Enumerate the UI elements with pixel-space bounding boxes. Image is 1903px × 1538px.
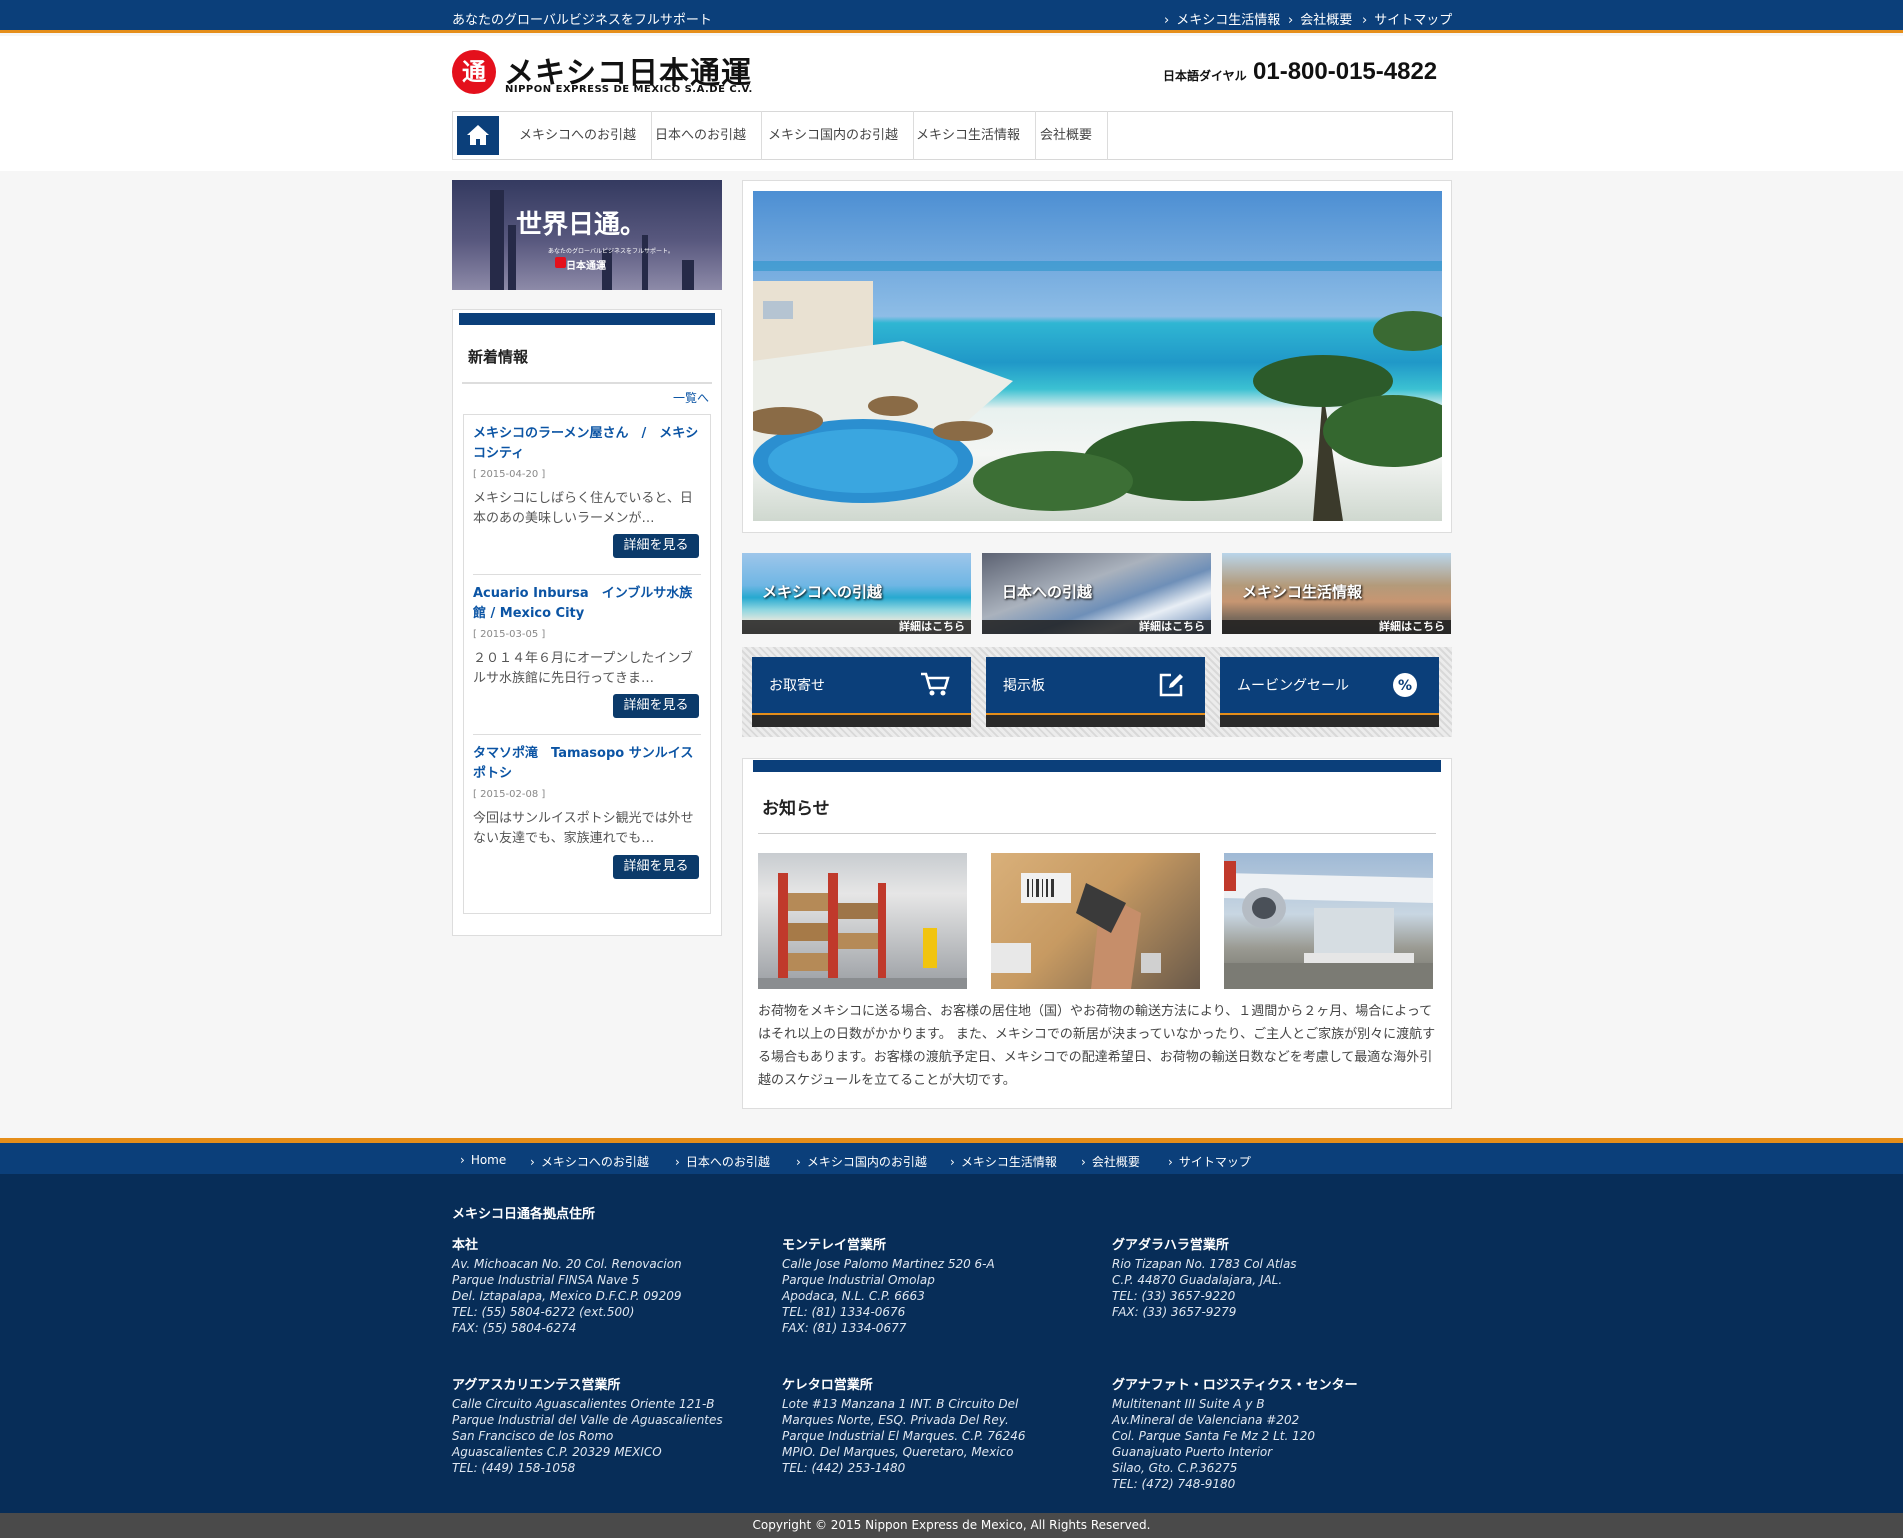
office-name: モンテレイ営業所: [782, 1238, 887, 1253]
service-label: お取寄せ: [769, 678, 825, 694]
nav-item-to-mexico[interactable]: メキシコへのお引越: [504, 111, 653, 160]
office-address: Multitenant III Suite A y B Av.Mineral de…: [1112, 1397, 1316, 1491]
promo-detail-link[interactable]: 詳細はこちら: [1222, 620, 1451, 634]
banner-corp: 日本通運: [566, 261, 606, 272]
service-label: 掲示板: [1003, 678, 1045, 694]
banner-subtitle: あなたのグローバルビジネスをフルサポート。: [548, 248, 674, 255]
notice-accent-bar: [753, 760, 1441, 772]
footer-link-to-mexico[interactable]: メキシコへのお引越: [530, 1153, 649, 1170]
service-footer: [986, 713, 1205, 727]
news-item-date: [ 2015-03-05 ]: [473, 629, 546, 640]
tagline: あなたのグローバルビジネスをフルサポート: [452, 13, 712, 28]
copyright: Copyright © 2015 Nippon Express de Mexic…: [752, 1518, 1151, 1532]
notice-text: お荷物をメキシコに送る場合、お客様の居住地（国）やお荷物の輸送方法により、１週間…: [758, 1004, 1436, 1088]
promo-label: 日本への引越: [1002, 583, 1093, 601]
service-footer: [1220, 713, 1439, 727]
news-accent-bar: [459, 313, 715, 325]
detail-button[interactable]: 詳細を見る: [613, 534, 699, 558]
home-icon: [467, 125, 489, 145]
office-address: Av. Michoacan No. 20 Col. Renovacion Parq…: [452, 1257, 682, 1335]
footer-link-company[interactable]: 会社概要: [1081, 1153, 1140, 1170]
corp-logo-icon: [555, 257, 566, 268]
top-link-sitemap[interactable]: サイトマップ: [1362, 9, 1452, 28]
news-item-title[interactable]: タマソポ滝 Tamasopo サンルイスポトシ: [473, 744, 701, 784]
footer-link-home[interactable]: Home: [460, 1153, 506, 1167]
divider: [758, 833, 1436, 834]
footer-link-sitemap[interactable]: サイトマップ: [1168, 1153, 1251, 1170]
service-order-button[interactable]: お取寄せ: [752, 657, 971, 727]
detail-button[interactable]: 詳細を見る: [613, 694, 699, 718]
office-address: Lote #13 Manzana 1 INT. B Circuito Del Ma…: [782, 1397, 1026, 1475]
service-label: ムービングセール: [1237, 678, 1349, 694]
promo-to-mexico[interactable]: メキシコへの引越 詳細はこちら: [742, 553, 971, 634]
cart-icon: [921, 672, 950, 696]
office-name: アグアスカリエンテス営業所: [452, 1378, 621, 1393]
hero-beach-image: [753, 191, 1442, 521]
divider: [473, 734, 701, 735]
divider: [462, 382, 712, 384]
barcode-scanner-image: [991, 853, 1200, 989]
office-address: Calle Circuito Aguascalientes Oriente 12…: [452, 1397, 723, 1475]
news-item-date: [ 2015-02-08 ]: [473, 789, 546, 800]
service-moving-sale-button[interactable]: ムービングセール %: [1220, 657, 1439, 727]
footer-link-to-japan[interactable]: 日本へのお引越: [675, 1153, 770, 1170]
news-item-excerpt: メキシコにしばらく住んでいると、日本のあの美味しいラーメンが…: [473, 491, 693, 526]
office-name: グアナファト・ロジスティクス・センター: [1112, 1378, 1358, 1393]
nav-item-to-japan[interactable]: 日本へのお引越: [640, 111, 763, 160]
service-footer: [752, 713, 971, 727]
promo-label: メキシコ生活情報: [1242, 583, 1363, 601]
warehouse-image: [758, 853, 967, 989]
percent-badge-icon: %: [1393, 673, 1417, 697]
detail-button[interactable]: 詳細を見る: [613, 855, 699, 879]
nav-home-button[interactable]: [457, 116, 499, 155]
promo-detail-link[interactable]: 詳細はこちら: [742, 620, 971, 634]
dial-number: 01-800-015-4822: [1253, 58, 1438, 85]
promo-detail-link[interactable]: 詳細はこちら: [982, 620, 1211, 634]
news-item-date: [ 2015-04-20 ]: [473, 469, 546, 480]
office-name: グアダラハラ営業所: [1112, 1238, 1229, 1253]
news-item-excerpt: ２０１４年６月にオープンしたインブルサ水族館に先日行ってきま…: [473, 651, 693, 686]
footer-link-domestic[interactable]: メキシコ国内のお引越: [796, 1153, 927, 1170]
logo-subtitle: NIPPON EXPRESS DE MEXICO S.A.DE C.V.: [505, 84, 753, 95]
svg-text:%: %: [1398, 678, 1412, 694]
dial-label: 日本語ダイヤル: [1163, 69, 1247, 83]
nav-item-domestic[interactable]: メキシコ国内のお引越: [753, 111, 915, 160]
logo-icon[interactable]: 通: [452, 50, 496, 94]
news-more-link[interactable]: 一覧へ: [673, 389, 709, 406]
office-address: Calle Jose Palomo Martinez 520 6-A Parque…: [782, 1257, 995, 1335]
news-title: 新着情報: [468, 348, 529, 366]
promo-to-japan[interactable]: 日本への引越 詳細はこちら: [982, 553, 1211, 634]
service-board-button[interactable]: 掲示板: [986, 657, 1205, 727]
office-name: ケレタロ営業所: [782, 1378, 873, 1393]
office-name: 本社: [452, 1238, 479, 1253]
nav-item-life-info[interactable]: メキシコ生活情報: [901, 111, 1037, 160]
top-link-life-info[interactable]: メキシコ生活情報: [1164, 9, 1280, 28]
news-item-excerpt: 今回はサンルイスポトシ観光では外せない友達でも、家族連れでも…: [473, 811, 694, 846]
footer-link-life-info[interactable]: メキシコ生活情報: [950, 1153, 1057, 1170]
top-bar: [0, 0, 1903, 33]
divider: [473, 574, 701, 575]
news-item-title[interactable]: Acuario Inbursa インブルサ水族館 / Mexico City: [473, 584, 701, 624]
promo-label: メキシコへの引越: [762, 583, 883, 601]
footer-title: メキシコ日通各拠点住所: [452, 1207, 596, 1222]
nav-item-company[interactable]: 会社概要: [1025, 111, 1109, 160]
banner-title: 世界日通。: [516, 210, 647, 240]
airplane-cargo-image: [1224, 853, 1433, 989]
news-item-title[interactable]: メキシコのラーメン屋さん / メキシコシティ: [473, 424, 701, 464]
office-address: Rio Tizapan No. 1783 Col Atlas C.P. 44870…: [1112, 1257, 1297, 1319]
top-link-company[interactable]: 会社概要: [1288, 9, 1352, 28]
promo-life-info[interactable]: メキシコ生活情報 詳細はこちら: [1222, 553, 1451, 634]
notice-title: お知らせ: [762, 799, 830, 819]
edit-icon: [1159, 673, 1183, 697]
